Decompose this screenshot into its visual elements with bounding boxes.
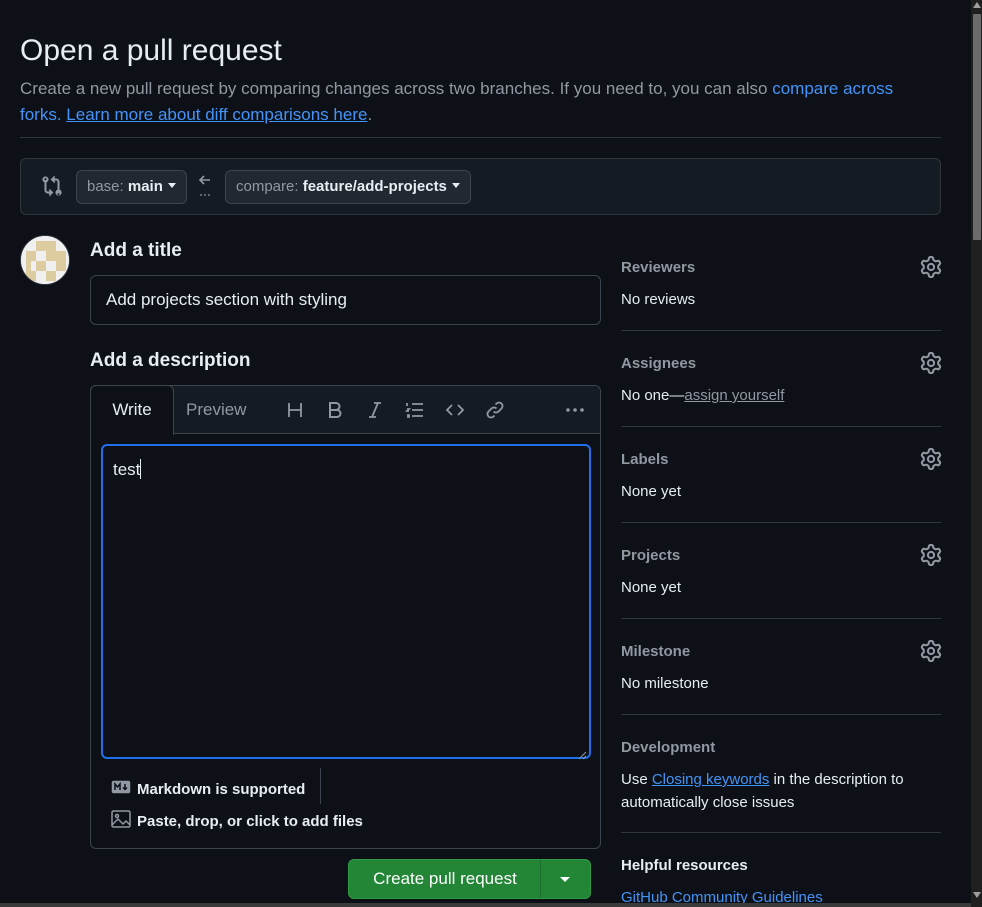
closing-keywords-link[interactable]: Closing keywords — [652, 771, 770, 788]
reviewers-heading[interactable]: Reviewers — [621, 259, 695, 276]
description-label: Add a description — [90, 350, 251, 371]
description-text: test — [113, 460, 141, 479]
labels-value: None yet — [621, 483, 682, 500]
more-icon[interactable] — [564, 399, 586, 421]
compare-branch-name: feature/add-projects — [302, 178, 447, 195]
caret-down-icon — [451, 183, 460, 188]
link-icon[interactable] — [484, 399, 506, 421]
sidebar-divider — [621, 618, 941, 619]
attach-files-note[interactable]: Paste, drop, or click to add files — [111, 808, 363, 834]
sidebar-divider — [621, 714, 941, 715]
gear-icon[interactable] — [920, 544, 942, 566]
gear-icon[interactable] — [920, 352, 942, 374]
base-branch-select[interactable]: base: main — [76, 170, 187, 204]
gear-icon[interactable] — [920, 256, 942, 278]
description-textarea[interactable]: test — [101, 444, 591, 760]
development-text: Use Closing keywords in the description … — [621, 771, 904, 811]
milestone-value: No milestone — [621, 675, 709, 692]
tab-write[interactable]: Write — [90, 385, 174, 435]
scroll-thumb[interactable] — [973, 14, 981, 240]
list-icon[interactable] — [404, 399, 426, 421]
caret-down-icon — [167, 183, 176, 188]
sidebar-divider — [621, 832, 941, 833]
scroll-up-icon[interactable] — [973, 2, 981, 8]
heading-icon[interactable] — [284, 399, 306, 421]
assign-yourself-link[interactable]: assign yourself — [684, 387, 784, 404]
page-title: Open a pull request — [20, 34, 282, 67]
gear-icon[interactable] — [920, 448, 942, 470]
arrow-left-icon — [197, 171, 213, 201]
sidebar-divider — [621, 426, 941, 427]
scroll-down-icon[interactable] — [973, 892, 981, 898]
italic-icon[interactable] — [364, 399, 386, 421]
footer-separator — [320, 768, 321, 804]
subtitle-text: Create a new pull request by comparing c… — [20, 79, 773, 98]
reviewers-value: No reviews — [621, 291, 696, 308]
create-options-dropdown[interactable] — [541, 860, 591, 898]
gear-icon[interactable] — [920, 640, 942, 662]
base-branch-name: main — [127, 178, 163, 195]
bold-icon[interactable] — [324, 399, 346, 421]
image-icon — [111, 810, 131, 832]
caret-down-icon — [560, 877, 570, 882]
editor-toolbar: Write Preview — [90, 385, 600, 435]
diff-comparisons-link[interactable]: Learn more about diff comparisons here — [66, 105, 367, 124]
projects-heading[interactable]: Projects — [621, 547, 680, 564]
assignees-value: No one—assign yourself — [621, 387, 785, 404]
description-editor: Write Preview test Markdown is supported… — [90, 385, 601, 849]
labels-heading[interactable]: Labels — [621, 451, 669, 468]
git-compare-icon — [41, 175, 63, 197]
title-input[interactable]: Add projects section with styling — [90, 275, 601, 325]
create-pull-request-label[interactable]: Create pull request — [349, 860, 541, 898]
header-divider — [20, 137, 941, 138]
sidebar-divider — [621, 522, 941, 523]
assignees-heading[interactable]: Assignees — [621, 355, 696, 372]
title-label: Add a title — [90, 240, 182, 261]
page-subtitle: Create a new pull request by comparing c… — [20, 76, 920, 128]
milestone-heading[interactable]: Milestone — [621, 643, 690, 660]
markdown-note[interactable]: Markdown is supported — [111, 774, 305, 804]
subtitle-end: . — [367, 105, 373, 124]
avatar[interactable] — [20, 235, 70, 285]
vertical-scrollbar[interactable] — [971, 0, 982, 907]
projects-value: None yet — [621, 579, 682, 596]
branch-range-box: base: main compare: feature/add-projects — [20, 158, 941, 215]
create-pull-request-button: Create pull request — [348, 859, 591, 899]
code-icon[interactable] — [444, 399, 466, 421]
development-heading: Development — [621, 739, 716, 756]
sidebar-divider — [621, 330, 941, 331]
text-cursor — [140, 459, 142, 479]
resize-grip-icon[interactable] — [577, 745, 587, 760]
helpful-resources-heading: Helpful resources — [621, 857, 748, 874]
markdown-icon — [111, 780, 131, 798]
compare-branch-select[interactable]: compare: feature/add-projects — [225, 170, 471, 204]
horizontal-scrollbar[interactable] — [0, 903, 971, 907]
tab-preview[interactable]: Preview — [186, 386, 246, 434]
